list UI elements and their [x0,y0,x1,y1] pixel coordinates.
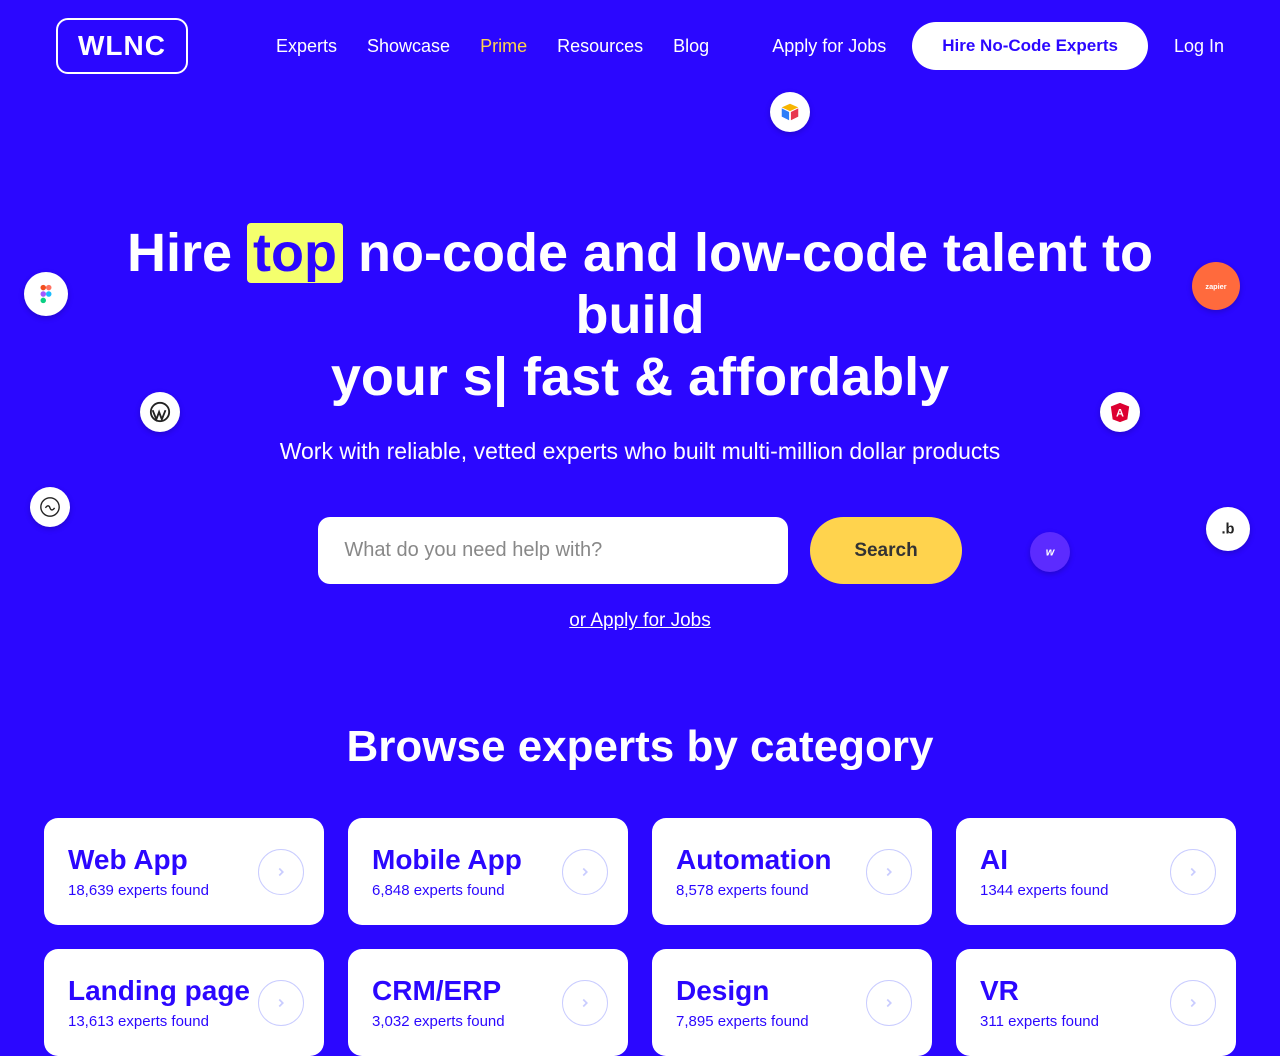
category-card[interactable]: Mobile App6,848 experts found [348,818,628,925]
search-input[interactable] [318,517,788,584]
svg-text:w: w [1046,547,1056,559]
category-card[interactable]: CRM/ERP3,032 experts found [348,949,628,1056]
categories-heading: Browse experts by category [0,722,1280,772]
brand-logo[interactable]: WLNC [56,18,188,74]
nav-prime[interactable]: Prime [480,36,527,57]
svg-text:A: A [1116,408,1124,420]
apply-jobs-hero-link[interactable]: or Apply for Jobs [569,610,711,632]
chevron-right-icon [1170,849,1216,895]
apply-jobs-link[interactable]: Apply for Jobs [772,36,886,57]
hero-subtitle: Work with reliable, vetted experts who b… [90,438,1190,465]
chevron-right-icon [258,980,304,1026]
angular-icon: A [1100,392,1140,432]
hero-line2-post: fast & affordably [508,347,949,407]
hero-post: no-code and low-code talent to build [358,223,1153,345]
chevron-right-icon [866,980,912,1026]
hero-pre: Hire [127,223,232,283]
hero-highlight: top [247,223,343,283]
bubble-icon: .b [1206,507,1250,551]
hero-section: zapier A .b w Hire top no-code and low-c… [0,222,1280,632]
category-card[interactable]: Design7,895 experts found [652,949,932,1056]
categories-grid: Web App18,639 experts foundMobile App6,8… [0,772,1280,1056]
zapier-icon: zapier [1192,262,1240,310]
chevron-right-icon [258,849,304,895]
primary-nav: Experts Showcase Prime Resources Blog [276,36,709,57]
chevron-right-icon [1170,980,1216,1026]
typing-cursor: | [493,347,508,407]
nav-blog[interactable]: Blog [673,36,709,57]
category-card[interactable]: AI1344 experts found [956,818,1236,925]
webflow-icon: w [1030,532,1070,572]
site-header: WLNC Experts Showcase Prime Resources Bl… [0,0,1280,92]
svg-text:.b: .b [1221,522,1234,538]
hire-experts-button[interactable]: Hire No-Code Experts [912,22,1148,70]
chevron-right-icon [866,849,912,895]
search-row: Search [90,517,1190,584]
nav-resources[interactable]: Resources [557,36,643,57]
nav-showcase[interactable]: Showcase [367,36,450,57]
search-button[interactable]: Search [810,517,961,584]
chevron-right-icon [562,849,608,895]
category-card[interactable]: VR311 experts found [956,949,1236,1056]
category-card[interactable]: Automation8,578 experts found [652,818,932,925]
category-card[interactable]: Web App18,639 experts found [44,818,324,925]
login-link[interactable]: Log In [1174,36,1224,57]
wordpress-icon [140,392,180,432]
nav-experts[interactable]: Experts [276,36,337,57]
tilda-icon [30,487,70,527]
hero-headline: Hire top no-code and low-code talent to … [90,222,1190,408]
category-card[interactable]: Landing page13,613 experts found [44,949,324,1056]
airtable-icon [770,92,810,132]
svg-text:zapier: zapier [1205,282,1226,291]
figma-icon [24,272,68,316]
header-right: Apply for Jobs Hire No-Code Experts Log … [772,22,1224,70]
chevron-right-icon [562,980,608,1026]
hero-line2-pre: your s [331,347,493,407]
